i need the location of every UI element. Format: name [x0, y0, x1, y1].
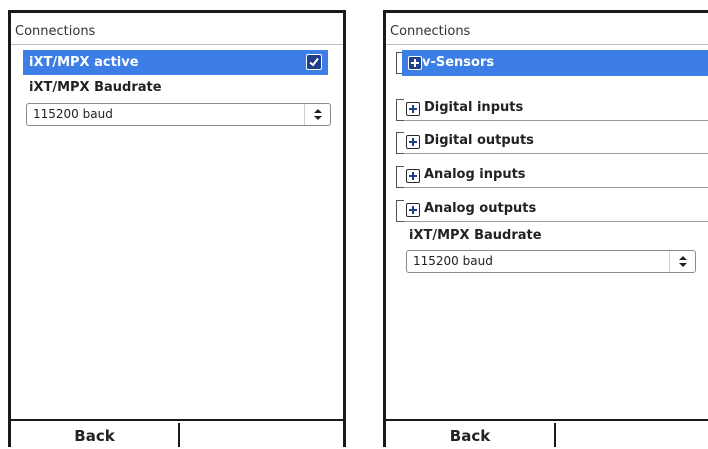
screen-title: Connections: [390, 24, 471, 39]
row-underline: [404, 221, 708, 222]
expand-icon[interactable]: [406, 102, 420, 116]
softkey-bar: Back: [386, 419, 708, 447]
tree-bracket: [396, 200, 404, 222]
baudrate-select[interactable]: 115200 baud: [406, 250, 696, 273]
ixt-mpx-active-row[interactable]: iXT/MPX active: [23, 50, 328, 75]
tree-item-label: v-Sensors: [422, 55, 495, 70]
expand-icon[interactable]: [406, 169, 420, 183]
tree-item-analog-outputs[interactable]: Analog outputs: [396, 194, 708, 224]
baudrate-label: iXT/MPX Baudrate: [409, 228, 542, 243]
title-divider: [11, 44, 343, 45]
tree-bracket: [396, 99, 404, 121]
tree-item-label: Digital inputs: [424, 100, 524, 115]
expand-icon[interactable]: [408, 56, 422, 70]
row-underline: [404, 153, 708, 154]
tree-item-analog-inputs[interactable]: Analog inputs: [396, 160, 708, 190]
softkey-right-empty[interactable]: [180, 423, 343, 447]
connections-screen-right: Connections v-Sensors Digital inputs Dig…: [383, 10, 708, 447]
title-divider: [386, 44, 708, 45]
baudrate-select-value: 115200 baud: [33, 107, 113, 121]
baudrate-select[interactable]: 115200 baud: [26, 103, 331, 126]
row-underline: [404, 120, 708, 121]
expand-icon[interactable]: [406, 135, 420, 149]
tree-item-digital-inputs[interactable]: Digital inputs: [396, 93, 708, 123]
expand-icon[interactable]: [406, 203, 420, 217]
screen-title: Connections: [15, 24, 96, 39]
row-underline: [404, 187, 708, 188]
tree-item-v-sensors[interactable]: v-Sensors: [396, 46, 708, 76]
checkmark-icon: [309, 57, 319, 67]
tree-item-digital-outputs[interactable]: Digital outputs: [396, 126, 708, 156]
baudrate-select-value: 115200 baud: [413, 254, 493, 268]
tree-bracket: [396, 166, 404, 188]
select-arrows-icon: [669, 251, 695, 272]
tree-item-label: Analog inputs: [424, 167, 526, 182]
softkey-bar: Back: [11, 419, 343, 447]
baudrate-label: iXT/MPX Baudrate: [29, 80, 162, 95]
tree-item-label: Analog outputs: [424, 201, 537, 216]
ixt-mpx-active-checkbox[interactable]: [306, 54, 322, 70]
ixt-mpx-active-label: iXT/MPX active: [29, 55, 139, 70]
softkey-right-empty[interactable]: [556, 423, 708, 447]
back-button[interactable]: Back: [11, 423, 178, 447]
tree-item-label: Digital outputs: [424, 133, 534, 148]
select-arrows-icon: [304, 104, 330, 125]
connections-screen-left: Connections iXT/MPX active iXT/MPX Baudr…: [8, 10, 346, 447]
tree-bracket: [396, 132, 404, 154]
back-button[interactable]: Back: [386, 423, 554, 447]
